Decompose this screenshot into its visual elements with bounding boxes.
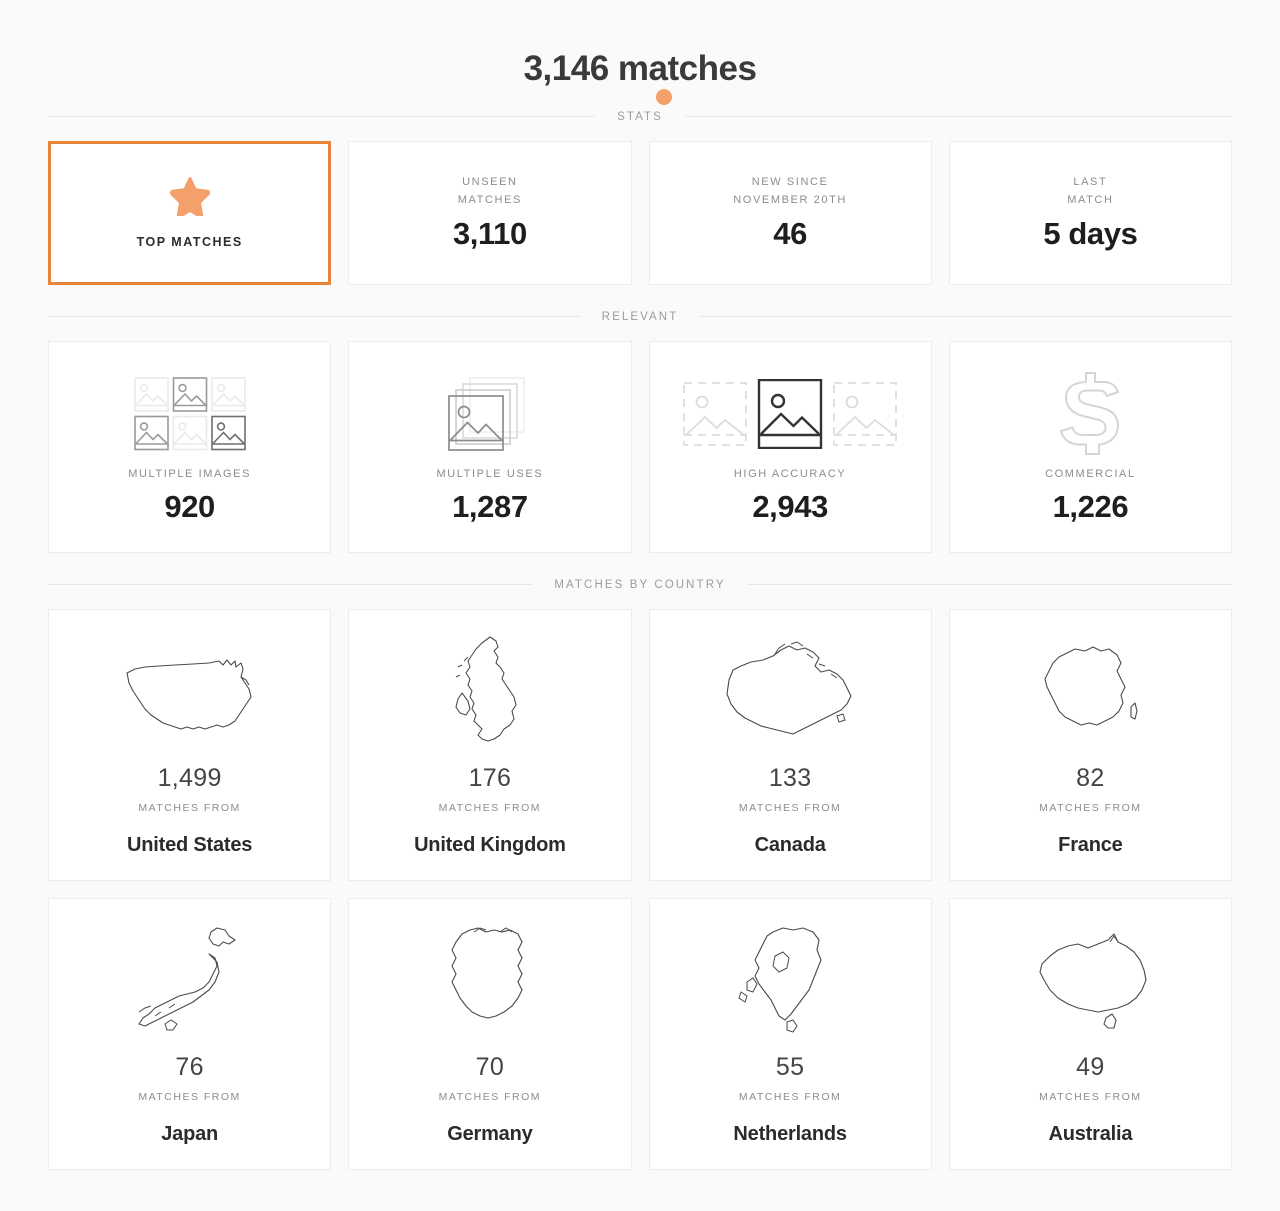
- country-card-canada[interactable]: 133 MATCHES FROM Canada: [648, 608, 932, 881]
- country-count-netherlands: 55: [775, 1052, 805, 1081]
- stat-card-new-since[interactable]: NEW SINCE NOVEMBER 20TH 46: [648, 140, 932, 285]
- divider-rule-right: [700, 316, 1233, 317]
- country-sublabel: MATCHES FROM: [138, 1090, 241, 1103]
- country-sublabel: MATCHES FROM: [738, 801, 842, 814]
- section-label-stats: STATS: [617, 110, 663, 123]
- stat-label-new-since-line1: NEW SINCE: [751, 175, 829, 188]
- section-label-country: MATCHES BY COUNTRY: [554, 578, 726, 591]
- country-count-france: 82: [1076, 763, 1105, 792]
- country-name-japan: Japan: [161, 1122, 219, 1145]
- country-card-germany[interactable]: 70 MATCHES FROM Germany: [348, 897, 632, 1170]
- country-name-united-states: United States: [127, 833, 253, 856]
- stat-label-top-matches: TOP MATCHES: [136, 235, 243, 249]
- section-divider-country: MATCHES BY COUNTRY: [48, 578, 1233, 591]
- country-name-germany: Germany: [447, 1122, 533, 1145]
- stat-value-new-since: 46: [773, 216, 807, 252]
- stat-label-unseen-line1: UNSEEN: [462, 175, 518, 188]
- stat-card-unseen-matches[interactable]: UNSEEN MATCHES 3,110: [348, 140, 632, 285]
- relevant-value-commercial: 1,226: [1052, 489, 1129, 524]
- country-name-australia: Australia: [1048, 1122, 1133, 1145]
- country-card-netherlands[interactable]: 55 MATCHES FROM Netherlands: [648, 897, 932, 1170]
- relevant-grid: MULTIPLE IMAGES 920 MULTIPLE USES 1,287 …: [48, 340, 1232, 553]
- stats-grid: TOP MATCHES UNSEEN MATCHES 3,110 NEW SIN…: [48, 140, 1232, 285]
- accuracy-icon: [683, 368, 898, 460]
- country-card-australia[interactable]: 49 MATCHES FROM Australia: [948, 897, 1232, 1170]
- section-divider-stats: STATS: [48, 88, 1233, 123]
- relevant-label-high-accuracy: HIGH ACCURACY: [733, 468, 847, 480]
- map-canada-icon: [660, 626, 921, 764]
- relevant-value-multiple-uses: 1,287: [452, 489, 528, 524]
- country-sublabel: MATCHES FROM: [738, 1090, 842, 1103]
- country-count-australia: 49: [1076, 1052, 1105, 1081]
- country-sublabel: MATCHES FROM: [438, 801, 542, 814]
- stacked-images-icon: [445, 368, 535, 460]
- country-card-united-states[interactable]: 1,499 MATCHES FROM United States: [48, 608, 332, 881]
- star-icon: [169, 176, 211, 221]
- section-divider-relevant: RELEVANT: [48, 310, 1233, 323]
- country-name-canada: Canada: [754, 833, 826, 856]
- country-card-france[interactable]: 82 MATCHES FROM France: [948, 608, 1232, 881]
- stat-label-new-since-line2: NOVEMBER 20TH: [733, 194, 847, 206]
- relevant-label-multiple-uses: MULTIPLE USES: [436, 468, 544, 480]
- country-grid-row-2: 76 MATCHES FROM Japan 70 MATCHES FROM Ge…: [48, 897, 1232, 1170]
- country-name-netherlands: Netherlands: [733, 1122, 847, 1145]
- map-united-states-icon: [59, 626, 320, 764]
- page-title: 3,146 matches: [523, 49, 757, 88]
- relevant-card-high-accuracy[interactable]: HIGH ACCURACY 2,943: [648, 340, 932, 553]
- map-japan-icon: [59, 915, 320, 1053]
- relevant-label-commercial: COMMERCIAL: [1045, 468, 1136, 480]
- stat-label-last-match-line1: LAST: [1073, 175, 1108, 188]
- relevant-value-multiple-images: 920: [164, 489, 215, 524]
- country-sublabel: MATCHES FROM: [138, 801, 241, 814]
- dollar-icon: [1059, 368, 1121, 460]
- relevant-value-high-accuracy: 2,943: [752, 489, 828, 524]
- stat-value-unseen: 3,110: [452, 216, 527, 252]
- country-card-japan[interactable]: 76 MATCHES FROM Japan: [48, 897, 332, 1170]
- relevant-card-multiple-images[interactable]: MULTIPLE IMAGES 920: [48, 340, 332, 553]
- country-count-united-states: 1,499: [157, 763, 222, 792]
- divider-rule-left: [48, 116, 596, 117]
- stat-label-last-match-line2: MATCH: [1067, 194, 1114, 206]
- stat-value-last-match: 5 days: [1043, 216, 1138, 252]
- stat-card-top-matches[interactable]: TOP MATCHES: [48, 140, 332, 285]
- country-name-france: France: [1058, 833, 1123, 856]
- map-netherlands-icon: [660, 915, 921, 1053]
- country-grid-row-1: 1,499 MATCHES FROM United States 176 MAT…: [48, 608, 1232, 881]
- country-count-germany: 70: [475, 1052, 505, 1081]
- stat-label-unseen-line2: MATCHES: [457, 194, 522, 206]
- country-count-canada: 133: [768, 763, 812, 792]
- accent-dot-icon: [656, 88, 672, 105]
- country-sublabel: MATCHES FROM: [438, 1090, 542, 1103]
- map-united-kingdom-icon: [359, 626, 620, 764]
- image-grid-icon: [133, 368, 246, 460]
- country-sublabel: MATCHES FROM: [1039, 801, 1142, 814]
- relevant-card-commercial[interactable]: COMMERCIAL 1,226: [948, 340, 1232, 553]
- divider-rule-left: [48, 584, 533, 585]
- relevant-card-multiple-uses[interactable]: MULTIPLE USES 1,287: [348, 340, 632, 553]
- map-australia-icon: [960, 915, 1221, 1053]
- country-count-united-kingdom: 176: [468, 763, 512, 792]
- stats-page: 3,146 matches STATS TOP MATCHES UNSEEN M…: [0, 0, 1280, 1170]
- map-france-icon: [960, 626, 1221, 764]
- stat-card-last-match[interactable]: LAST MATCH 5 days: [948, 140, 1232, 285]
- country-card-united-kingdom[interactable]: 176 MATCHES FROM United Kingdom: [348, 608, 632, 881]
- country-count-japan: 76: [175, 1052, 204, 1081]
- divider-rule-right: [747, 584, 1233, 585]
- country-name-united-kingdom: United Kingdom: [414, 833, 566, 856]
- divider-rule-left: [48, 316, 580, 317]
- country-sublabel: MATCHES FROM: [1039, 1090, 1142, 1103]
- row-spacer: [48, 881, 1232, 898]
- section-label-relevant: RELEVANT: [601, 310, 679, 323]
- map-germany-icon: [359, 915, 620, 1053]
- divider-rule-right: [684, 116, 1233, 117]
- relevant-label-multiple-images: MULTIPLE IMAGES: [128, 468, 252, 480]
